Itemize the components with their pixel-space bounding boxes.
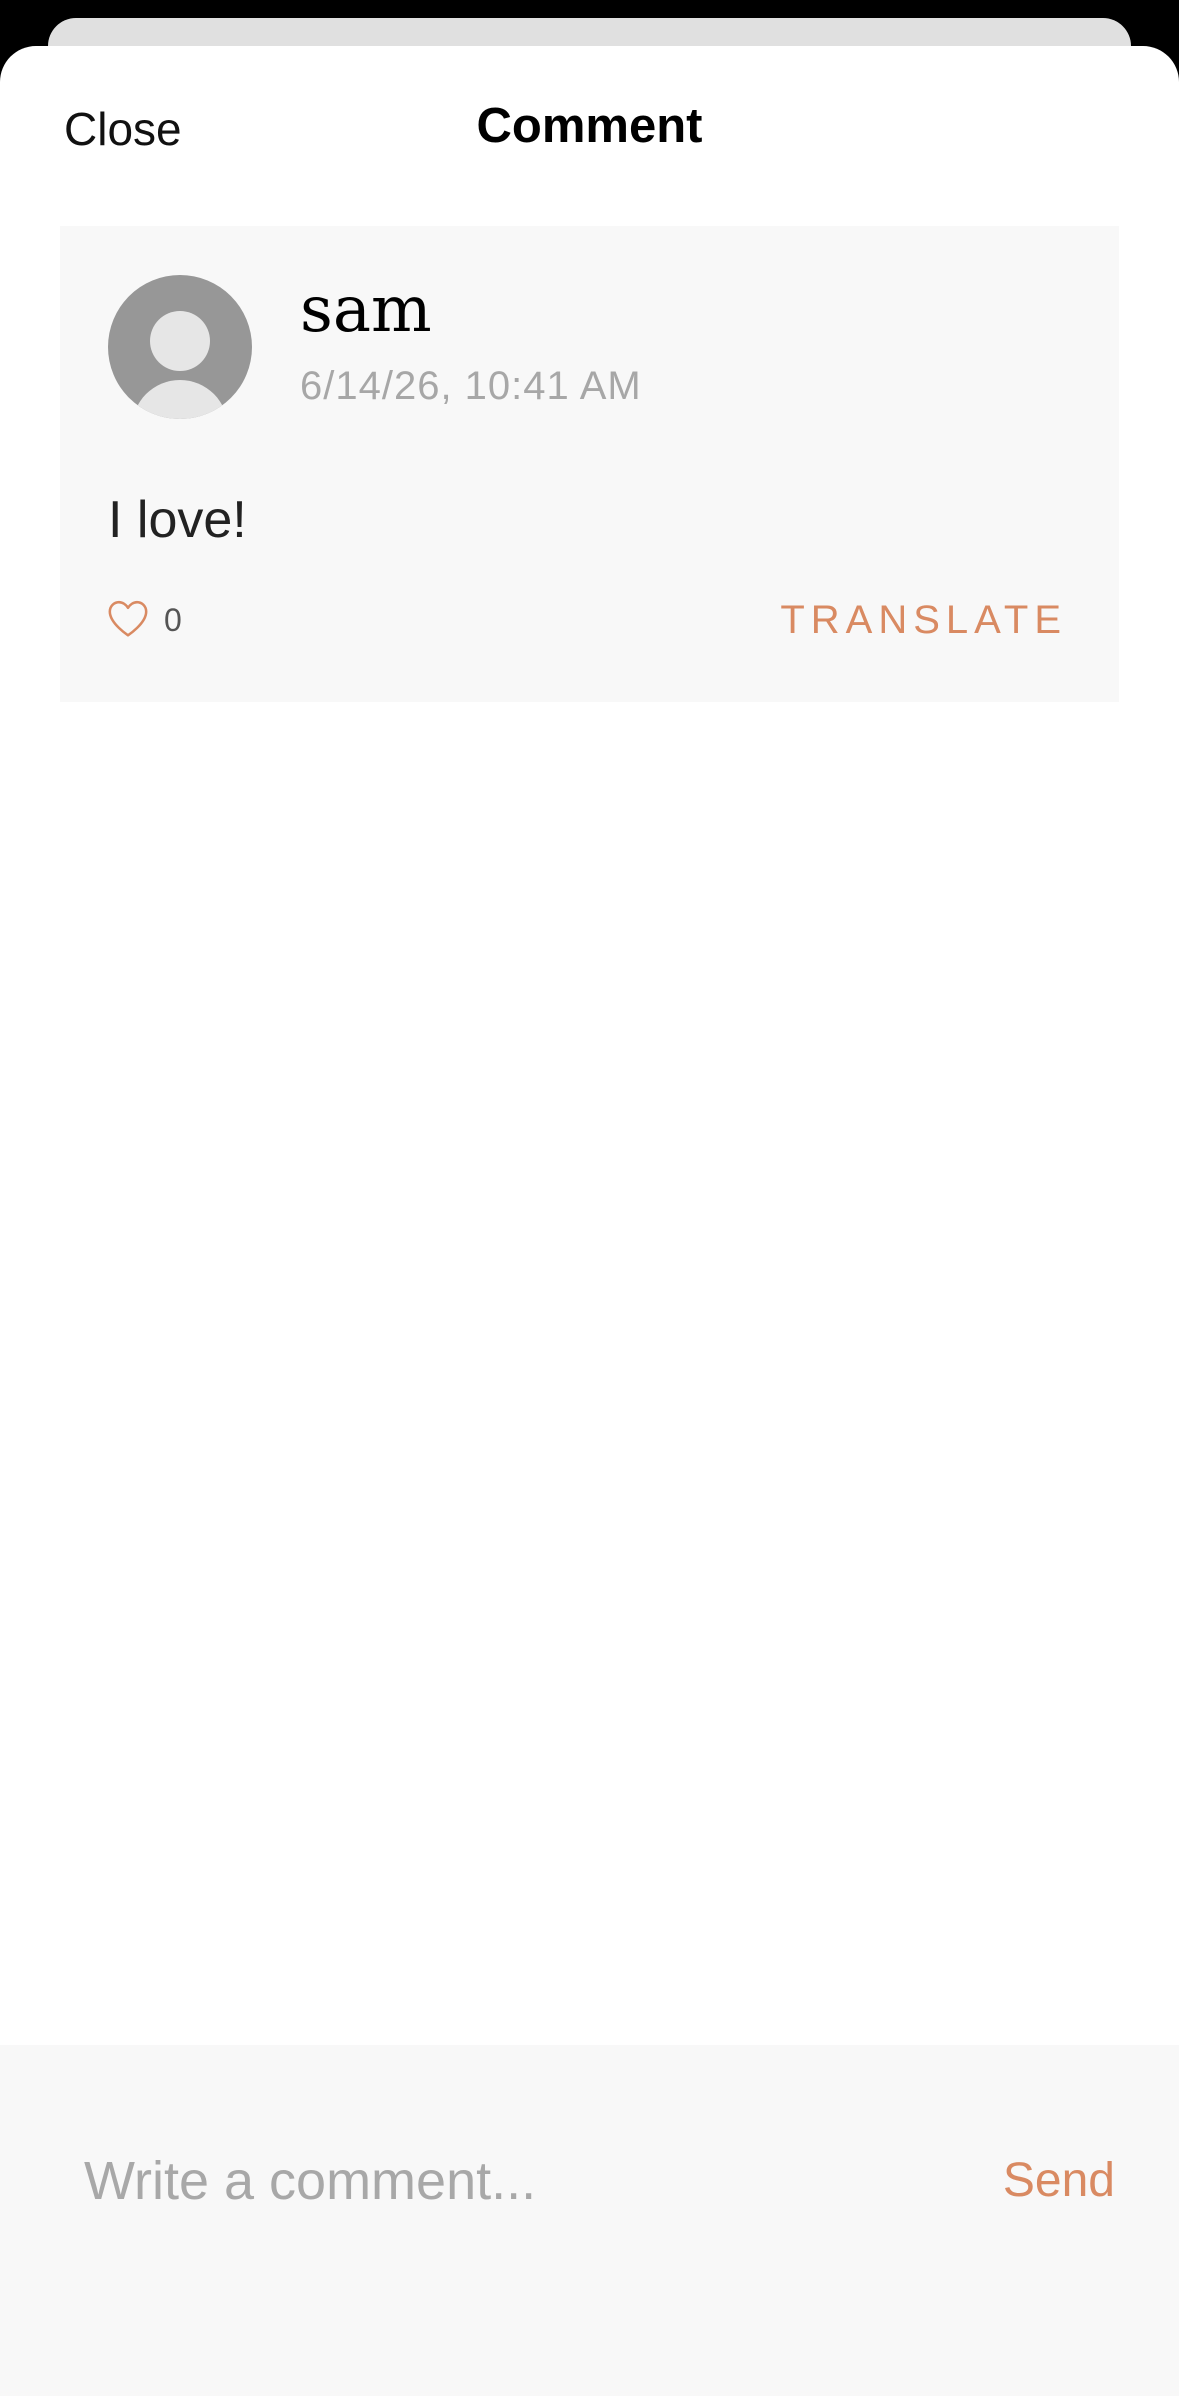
comment-timestamp: 6/14/26, 10:41 AM [300, 364, 642, 408]
avatar[interactable] [108, 275, 252, 419]
comment-input[interactable] [84, 2143, 904, 2219]
like-count: 0 [164, 602, 182, 638]
default-user-icon [150, 311, 210, 371]
page-title: Comment [476, 99, 703, 153]
translate-button[interactable]: TRANSLATE [780, 600, 1067, 640]
compose-bar: Send [0, 2045, 1179, 2396]
send-button[interactable]: Send [1003, 2145, 1115, 2217]
like-button[interactable] [106, 598, 150, 638]
comment-text: I love! [108, 491, 247, 549]
comment-sheet: Close Comment sam 6/14/26, 10:41 AM I lo… [0, 46, 1179, 2396]
sheet-header: Close Comment [0, 46, 1179, 226]
comment-author[interactable]: sam [300, 278, 432, 342]
heart-outline-icon [108, 600, 148, 637]
default-user-icon-body [132, 380, 228, 419]
comment-card: sam 6/14/26, 10:41 AM I love! 0 TRANSLAT… [60, 226, 1119, 702]
